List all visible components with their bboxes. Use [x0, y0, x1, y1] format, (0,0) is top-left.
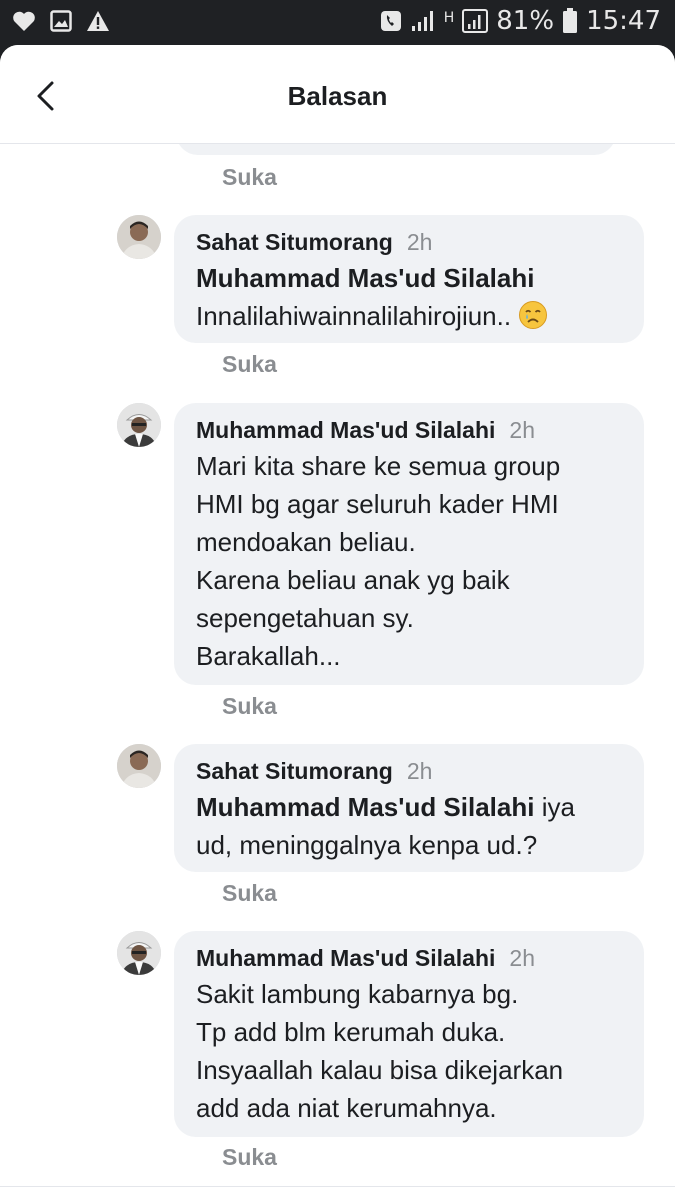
heart-icon — [13, 11, 35, 31]
wifi-calling-icon — [380, 11, 401, 31]
avatar[interactable] — [117, 215, 161, 259]
comment-author[interactable]: Muhammad Mas'ud Silalahi — [196, 945, 495, 972]
comment-bubble: Muhammad Mas'ud Silalahi 2h Mari kita sh… — [174, 403, 644, 685]
like-button[interactable]: Suka — [222, 164, 277, 191]
replies-sheet: Suka Sahat Situmorang 2h Muhammad Mas'ud… — [0, 45, 675, 1200]
battery-percent: 81% — [496, 6, 555, 36]
battery-icon — [563, 8, 578, 33]
mention-link[interactable]: Muhammad Mas'ud Silalahi — [196, 792, 534, 822]
comment-author[interactable]: Sahat Situmorang — [196, 758, 393, 785]
comment-time: 2h — [406, 758, 433, 784]
image-icon — [50, 10, 72, 32]
avatar[interactable] — [117, 744, 161, 788]
network-type: H — [443, 10, 455, 26]
comment-text: Mari kita share ke semua group HMI bg ag… — [196, 451, 561, 671]
warning-icon — [87, 11, 109, 31]
avatar-photo — [117, 744, 161, 788]
avatar[interactable] — [117, 403, 161, 447]
crying-face-icon — [519, 301, 548, 329]
system-icons: H 81% 15:47 — [380, 6, 661, 36]
avatar[interactable] — [117, 931, 161, 975]
comment-text: Muhammad Mas'ud Silalahi iya ud, meningg… — [196, 788, 622, 864]
like-button[interactable]: Suka — [222, 880, 277, 907]
comment-text-line2: ud, meninggalnya kenpa ud.? — [196, 830, 538, 860]
comment-time: 2h — [406, 229, 433, 255]
comment-bubble: Sahat Situmorang 2h Muhammad Mas'ud Sila… — [174, 744, 644, 872]
like-button[interactable]: Suka — [222, 1144, 277, 1171]
page-title: Balasan — [287, 81, 388, 111]
comment-text-line1: iya — [541, 792, 575, 822]
signal-icon — [411, 11, 433, 31]
signal-icon-2 — [462, 9, 489, 33]
divider — [0, 1186, 675, 1187]
avatar-photo — [117, 215, 161, 259]
like-button[interactable]: Suka — [222, 693, 277, 720]
avatar-photo — [117, 403, 161, 447]
replies-list: Suka Sahat Situmorang 2h Muhammad Mas'ud… — [0, 45, 675, 1200]
status-bar: H 81% 15:47 — [0, 0, 675, 45]
comment-text: Muhammad Mas'ud Silalahi Innalilahiwainn… — [196, 259, 622, 335]
mention-link[interactable]: Muhammad Mas'ud Silalahi — [196, 263, 534, 293]
notification-icons — [12, 10, 110, 32]
avatar-photo — [117, 931, 161, 975]
comment-time: 2h — [509, 417, 536, 443]
comment-bubble: Muhammad Mas'ud Silalahi 2h Sakit lambun… — [174, 931, 644, 1137]
comment-bubble: Sahat Situmorang 2h Muhammad Mas'ud Sila… — [174, 215, 644, 343]
header: Balasan — [0, 45, 675, 144]
comment-author[interactable]: Sahat Situmorang — [196, 229, 393, 256]
comment-text-content: Innalilahiwainnalilahirojiun.. — [196, 301, 512, 331]
clock: 15:47 — [586, 6, 661, 36]
comment-text: Sakit lambung kabarnya bg. Tp add blm ke… — [196, 979, 564, 1123]
like-button[interactable]: Suka — [222, 351, 277, 378]
comment-author[interactable]: Muhammad Mas'ud Silalahi — [196, 417, 495, 444]
comment-time: 2h — [509, 945, 536, 971]
